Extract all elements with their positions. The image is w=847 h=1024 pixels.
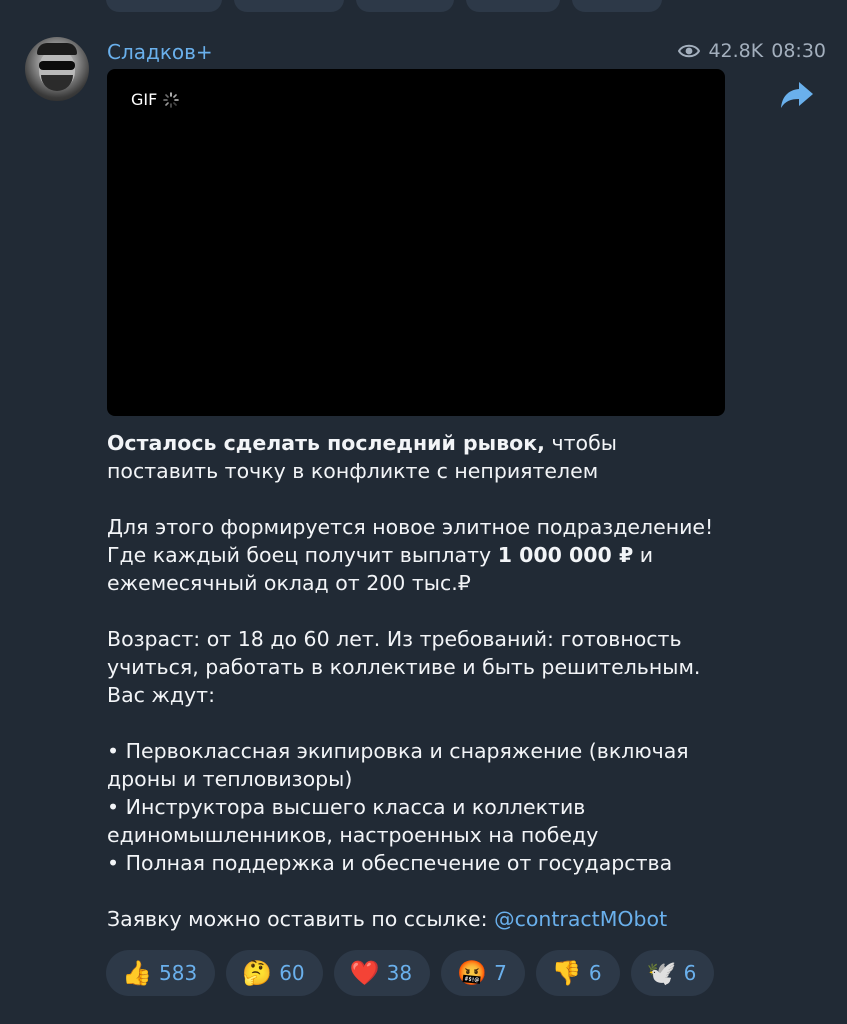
reaction-count: 7: [494, 961, 507, 985]
gif-badge: GIF: [131, 90, 180, 109]
reaction-pill[interactable]: [234, 0, 344, 12]
thumbs-down-icon: 👎: [551, 959, 582, 987]
reaction-count: 60: [279, 961, 305, 985]
bot-link[interactable]: @contractMObot: [494, 907, 667, 931]
reaction-heart[interactable]: ❤️ 38: [333, 950, 431, 996]
avatar-cap: [37, 43, 77, 55]
dove-icon: 🕊️: [646, 959, 677, 987]
channel-avatar[interactable]: [25, 37, 89, 101]
reaction-thumbs-down[interactable]: 👎 6: [535, 950, 620, 996]
reaction-pill[interactable]: [466, 0, 560, 12]
message-paragraph: Осталось сделать последний рывок, чтобы …: [107, 429, 717, 485]
thumbs-up-icon: 👍: [122, 959, 152, 987]
gif-label: GIF: [131, 90, 158, 109]
reaction-count: 38: [386, 961, 413, 985]
message-paragraph: Заявку можно оставить по ссылке: @contra…: [107, 905, 717, 933]
previous-post-reactions: [106, 0, 662, 12]
message-text: Осталось сделать последний рывок, чтобы …: [107, 429, 717, 933]
payout-amount: 1 000 000 ₽: [497, 543, 634, 567]
message-paragraph: Возраст: от 18 до 60 лет. Из требований:…: [107, 627, 701, 707]
bullet-item: • Полная поддержка и обеспечение от госу…: [107, 851, 673, 875]
reaction-thinking[interactable]: 🤔 60: [226, 950, 323, 996]
reaction-pill[interactable]: [106, 0, 222, 12]
reaction-cursing[interactable]: 🤬 7: [441, 950, 525, 996]
post-time: 08:30: [771, 40, 826, 62]
bullet-item: • Инструктора высшего класса и коллектив…: [107, 795, 599, 847]
reaction-count: 6: [683, 961, 697, 985]
forward-icon[interactable]: [780, 80, 814, 110]
thinking-face-icon: 🤔: [242, 959, 273, 987]
reaction-thumbs-up[interactable]: 👍 583: [106, 950, 216, 996]
reaction-count: 583: [159, 961, 198, 985]
channel-name[interactable]: Сладков+: [107, 40, 213, 64]
reaction-pill[interactable]: [356, 0, 454, 12]
bullet-item: • Первоклассная экипировка и снаряжение …: [107, 739, 689, 791]
avatar-beard: [41, 75, 73, 91]
red-heart-icon: ❤️: [349, 959, 380, 987]
eye-icon: [678, 44, 701, 58]
reaction-dove[interactable]: 🕊️ 6: [630, 950, 715, 996]
reactions-bar: 👍 583 🤔 60 ❤️ 38 🤬 7 👎 6 🕊️ 6: [106, 950, 715, 996]
avatar-glasses: [39, 61, 75, 70]
message-bold: Осталось сделать последний рывок,: [107, 431, 545, 455]
message-span: Заявку можно оставить по ссылке:: [107, 907, 495, 931]
loading-spinner-icon: [163, 91, 180, 108]
reaction-count: 6: [588, 961, 602, 985]
post-meta: 42.8K 08:30: [678, 40, 826, 62]
cursing-face-icon: 🤬: [457, 959, 487, 987]
view-count: 42.8K: [708, 40, 764, 62]
message-paragraph: Для этого формируется новое элитное подр…: [107, 513, 717, 597]
reaction-pill[interactable]: [572, 0, 662, 12]
gif-media[interactable]: GIF: [107, 69, 725, 416]
